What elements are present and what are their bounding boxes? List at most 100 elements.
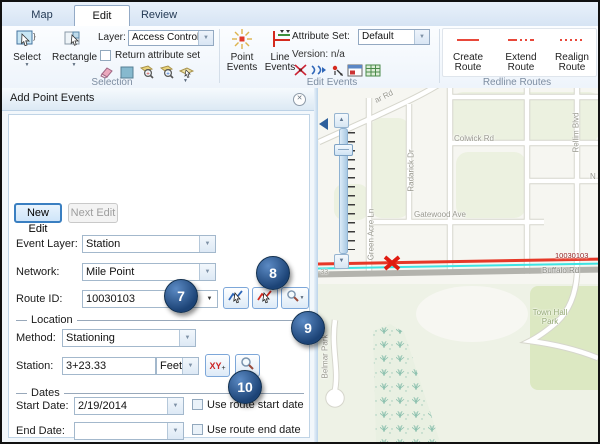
method-chevron-icon[interactable]	[179, 330, 195, 346]
callout-10: 10	[228, 370, 262, 404]
start-date-label: Start Date:	[16, 400, 69, 412]
extend-route-icon	[506, 34, 536, 49]
split-event-icon[interactable]	[292, 62, 309, 78]
route-x-marker	[382, 254, 402, 272]
rectangle-dropdown-chevron-icon[interactable]: ▼	[72, 63, 77, 68]
move-event-icon[interactable]	[328, 62, 345, 78]
create-route-label: Create Route	[444, 53, 492, 73]
network-label: Network:	[16, 266, 59, 278]
panel-header: Add Point Events ✕	[2, 88, 314, 111]
group-divider	[219, 29, 220, 83]
clear-route-selection-button[interactable]	[252, 287, 278, 309]
edit-events-group-label: Edit Events	[282, 77, 382, 88]
street-label-buffalo: Buffalo Rd	[542, 266, 579, 275]
point-events-label: Point Events	[225, 53, 259, 73]
callout-7: 7	[164, 279, 198, 313]
select-tool-icon: }	[15, 28, 39, 53]
merge-event-icon[interactable]	[310, 62, 327, 78]
network-chevron-icon[interactable]	[199, 264, 215, 280]
tab-edit[interactable]: Edit	[74, 5, 130, 27]
return-attribute-set-checkbox[interactable]	[100, 50, 111, 61]
route-search-magnifier-icon	[286, 289, 300, 308]
pan-to-selection-icon[interactable]: +	[158, 64, 175, 80]
event-layer-chevron-icon[interactable]	[199, 236, 215, 252]
dates-section-label: Dates	[31, 387, 60, 399]
use-route-end-date-checkbox[interactable]	[192, 424, 203, 435]
redline-routes-group-label: Redline Routes	[462, 77, 572, 88]
extend-route-button[interactable]: Extend Route	[496, 34, 546, 73]
start-date-value: 2/19/2014	[75, 398, 167, 414]
station-input[interactable]: 3+23.33	[62, 357, 156, 375]
version-label: Version: n/a	[292, 49, 345, 60]
rectangle-tool-button[interactable]: Rectangle ▼	[52, 28, 96, 68]
create-route-button[interactable]: Create Route	[444, 34, 492, 73]
callout-9: 9	[291, 311, 325, 345]
selection-options-chevron-icon[interactable]: ▼	[183, 79, 188, 84]
tab-review[interactable]: Review	[132, 5, 186, 25]
select-tool-button[interactable]: } Select ▼	[10, 28, 44, 68]
next-edit-button[interactable]: Next Edit	[68, 203, 118, 223]
extend-route-label: Extend Route	[496, 53, 546, 73]
point-events-button[interactable]: Point Events	[224, 28, 260, 73]
route-id-label: Route ID:	[16, 293, 62, 305]
end-date-picker[interactable]	[74, 422, 184, 440]
method-combobox[interactable]: Stationing	[62, 329, 196, 347]
zoom-slider-handle[interactable]	[334, 144, 353, 156]
event-layer-combobox[interactable]: Station	[82, 235, 216, 253]
panel-close-icon[interactable]: ✕	[293, 93, 306, 106]
event-layer-label: Event Layer:	[16, 238, 78, 250]
layer-label: Layer:	[98, 32, 126, 43]
select-route-on-map-button[interactable]	[223, 287, 249, 309]
line-events-icon	[268, 28, 292, 53]
xy-coordinates-button[interactable]: XY+	[205, 354, 230, 377]
zoom-in-button[interactable]: ▲	[334, 113, 349, 128]
attribute-set-chevron-icon[interactable]	[414, 30, 429, 44]
route-search-button[interactable]: ▼	[281, 287, 309, 309]
select-dropdown-chevron-icon[interactable]: ▼	[25, 63, 30, 68]
route-id-chevron-icon[interactable]	[202, 291, 217, 307]
event-table-icon[interactable]	[364, 62, 381, 78]
zoom-out-button[interactable]: ▼	[334, 254, 349, 269]
use-route-end-date-label: Use route end date	[207, 424, 301, 436]
selection-group-label: Selection	[72, 77, 152, 88]
ribbon-tab-bar: Map Edit Review	[2, 2, 598, 27]
units-combobox[interactable]: Feet	[156, 357, 199, 375]
street-label-gatewood: Gatewood Ave	[414, 210, 466, 219]
map-canvas[interactable]: ar Rd Colwick Rd Rellim Blvd Radarick Dr…	[318, 88, 598, 442]
svg-text:+: +	[166, 71, 170, 77]
network-combobox[interactable]: Mile Point	[82, 263, 216, 281]
layer-chevron-icon[interactable]	[198, 31, 213, 45]
xy-plus-icon: +	[221, 365, 225, 372]
return-attribute-set-label: Return attribute set	[115, 50, 200, 61]
event-attributes-window-icon[interactable]	[346, 62, 363, 78]
end-date-value	[75, 423, 167, 439]
realign-route-button[interactable]: Realign Route	[550, 34, 594, 73]
tab-map[interactable]: Map	[18, 5, 66, 25]
attribute-set-combobox[interactable]: Default	[358, 29, 430, 45]
attribute-set-value: Default	[359, 30, 414, 44]
app-window: Map Edit Review } Select ▼ Rectangle ▼ L…	[0, 0, 600, 444]
method-value: Stationing	[63, 330, 179, 346]
units-value: Feet	[157, 358, 182, 374]
units-chevron-icon[interactable]	[182, 358, 198, 374]
location-section-label: Location	[31, 314, 73, 326]
attribute-set-label: Attribute Set:	[292, 31, 350, 42]
use-route-start-date-checkbox[interactable]	[192, 399, 203, 410]
use-route-start-date-label: Use route start date	[207, 399, 304, 411]
point-events-icon	[231, 28, 253, 53]
layer-combobox[interactable]: Access Control	[128, 30, 214, 46]
location-section-separator: Location	[16, 314, 304, 326]
method-label: Method:	[16, 332, 56, 344]
collapse-panel-arrow-icon[interactable]	[319, 118, 328, 130]
new-edit-button[interactable]: New Edit	[14, 203, 62, 223]
street-label-radarick: Radarick Dr	[407, 143, 416, 199]
select-route-red-icon	[256, 288, 274, 309]
realign-route-label: Realign Route	[552, 53, 592, 73]
end-date-chevron-icon[interactable]	[167, 423, 183, 439]
route-search-chevron-icon: ▼	[300, 296, 305, 301]
svg-text:}: }	[33, 32, 36, 41]
start-date-picker[interactable]: 2/19/2014	[74, 397, 184, 415]
start-date-chevron-icon[interactable]	[167, 398, 183, 414]
group-divider	[439, 29, 440, 83]
town-hall-park-label: Town Hall Park	[532, 308, 568, 326]
